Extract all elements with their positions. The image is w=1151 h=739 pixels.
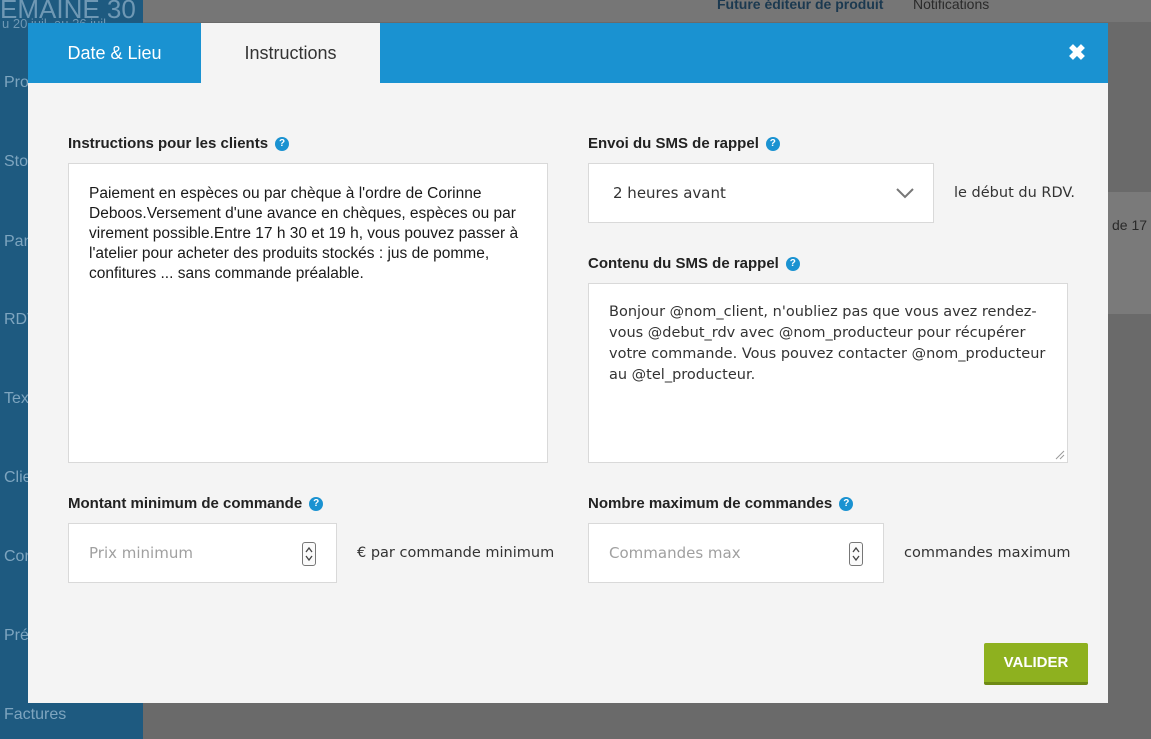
tab-instructions[interactable]: Instructions	[201, 23, 380, 83]
chevron-down-icon[interactable]	[305, 554, 313, 562]
tab-date-lieu[interactable]: Date & Lieu	[28, 23, 201, 83]
background-card	[1108, 192, 1151, 314]
chevron-down-icon	[896, 188, 914, 199]
chevron-up-icon[interactable]	[305, 546, 313, 554]
sidebar-item: Pré	[4, 627, 29, 644]
sms-content-label-text: Contenu du SMS de rappel	[588, 255, 779, 272]
help-icon[interactable]: ?	[765, 136, 780, 151]
sidebar-item: Pro	[4, 74, 29, 91]
sidebar-item: Tex	[4, 390, 29, 407]
background-card-text: de 17	[1112, 217, 1148, 233]
sms-delay-value: 2 heures avant	[613, 184, 726, 202]
max-orders-field[interactable]	[588, 523, 884, 583]
chevron-down-icon[interactable]	[852, 554, 860, 562]
instructions-label-text: Instructions pour les clients	[68, 135, 269, 152]
help-icon[interactable]: ?	[839, 496, 854, 511]
max-orders-stepper[interactable]	[849, 542, 863, 566]
modal-header: Date & Lieu Instructions ✖	[28, 23, 1108, 83]
sidebar-item: Sto	[4, 153, 29, 170]
sms-content-text: Bonjour @nom_client, n'oubliez pas que v…	[609, 304, 1046, 383]
help-icon[interactable]: ?	[275, 136, 290, 151]
min-amount-field[interactable]	[68, 523, 337, 583]
help-icon[interactable]: ?	[309, 496, 324, 511]
min-amount-stepper[interactable]	[302, 542, 316, 566]
background-topbar: Future éditeur de produit Notifications	[143, 0, 1151, 22]
editor-link: Future éditeur de produit	[717, 0, 884, 12]
max-orders-suffix: commandes maximum	[904, 545, 1071, 561]
notifications-link: Notifications	[913, 0, 990, 12]
max-orders-input[interactable]	[609, 544, 809, 562]
max-orders-label-text: Nombre maximum de commandes	[588, 495, 833, 512]
max-orders-label: Nombre maximum de commandes ?	[588, 495, 854, 512]
sms-delay-suffix: le début du RDV.	[954, 185, 1076, 201]
min-amount-label-text: Montant minimum de commande	[68, 495, 303, 512]
min-amount-input[interactable]	[89, 544, 289, 562]
sidebar-item: Factures	[4, 706, 67, 723]
resize-grip-icon[interactable]	[1055, 450, 1065, 460]
help-icon[interactable]: ?	[785, 256, 800, 271]
instructions-modal: Date & Lieu Instructions ✖ Instructions …	[28, 23, 1108, 703]
sms-delay-select[interactable]: 2 heures avant	[588, 163, 934, 223]
sms-content-textarea[interactable]: Bonjour @nom_client, n'oubliez pas que v…	[588, 283, 1068, 463]
sms-send-label-text: Envoi du SMS de rappel	[588, 135, 759, 152]
chevron-up-icon[interactable]	[852, 546, 860, 554]
min-amount-suffix: € par commande minimum	[357, 545, 555, 561]
instructions-text: Paiement en espèces ou par chèque à l'or…	[89, 185, 519, 282]
sms-content-label: Contenu du SMS de rappel ?	[588, 255, 800, 272]
instructions-textarea[interactable]: Paiement en espèces ou par chèque à l'or…	[68, 163, 548, 463]
validate-button[interactable]: VALIDER	[984, 643, 1088, 685]
sms-send-label: Envoi du SMS de rappel ?	[588, 135, 780, 152]
instructions-label: Instructions pour les clients ?	[68, 135, 290, 152]
close-icon[interactable]: ✖	[1066, 42, 1088, 64]
min-amount-label: Montant minimum de commande ?	[68, 495, 324, 512]
